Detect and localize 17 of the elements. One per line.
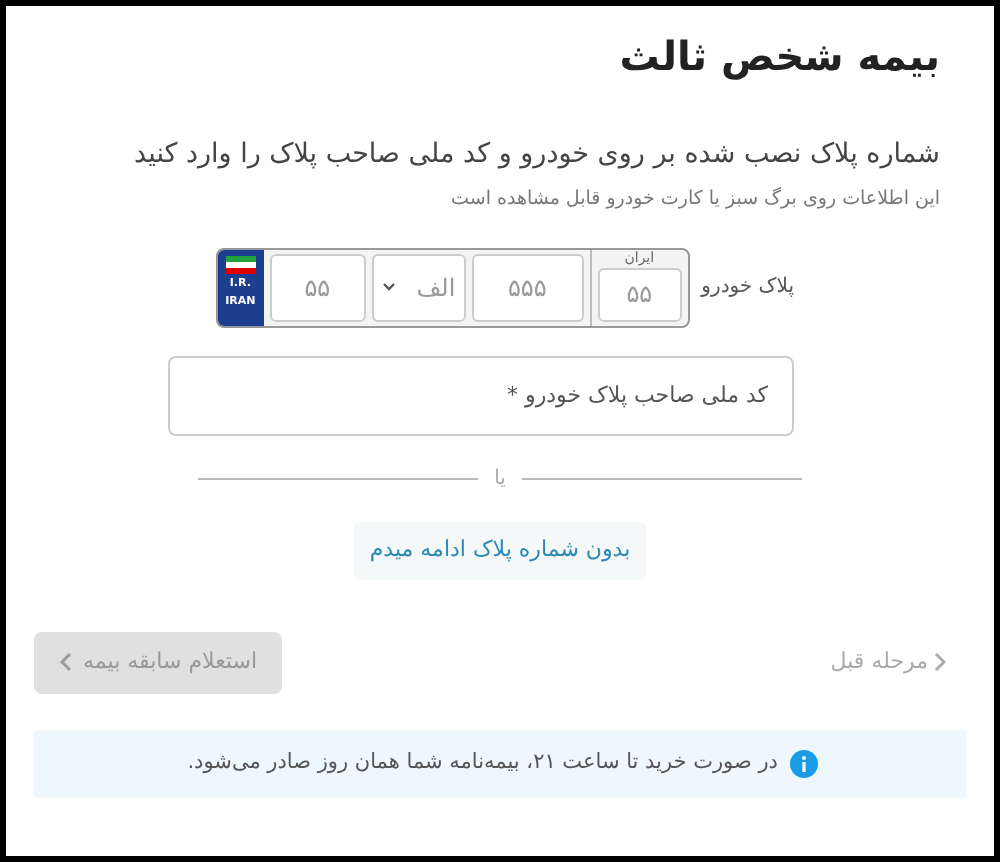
national-code-field[interactable]: کد ملی صاحب پلاک خودرو *	[168, 355, 794, 435]
chevron-left-icon	[59, 652, 71, 672]
plate-letter-select[interactable]: الف	[371, 253, 466, 321]
chevron-right-icon	[934, 652, 946, 672]
info-text: در صورت خرید تا ساعت ۲۱، بیمه‌نامه شما همان روز صادر می‌شود.	[187, 747, 778, 778]
plate-number-field[interactable]: ۵۵۵	[471, 253, 584, 321]
instruction-heading: شماره پلاک نصب شده بر روی خودرو و کد ملی صاحب پلاک را وارد کنید	[132, 136, 940, 174]
plate-prefix-field[interactable]: ۵۵	[269, 253, 366, 321]
instruction-note: این اطلاعات روی برگ سبز یا کارت خودرو قابل مشاهده است	[449, 186, 940, 215]
flag-icon	[225, 255, 256, 273]
no-plate-button[interactable]: بدون شماره پلاک ادامه میدم	[353, 521, 647, 579]
divider-text: یا	[494, 465, 506, 493]
region-field[interactable]: ۵۵	[597, 267, 682, 321]
info-icon	[790, 749, 818, 777]
page-title: بیمه شخص ثالث	[617, 30, 940, 84]
chevron-down-icon	[381, 282, 396, 292]
plate-label: پلاک خودرو	[701, 274, 794, 302]
